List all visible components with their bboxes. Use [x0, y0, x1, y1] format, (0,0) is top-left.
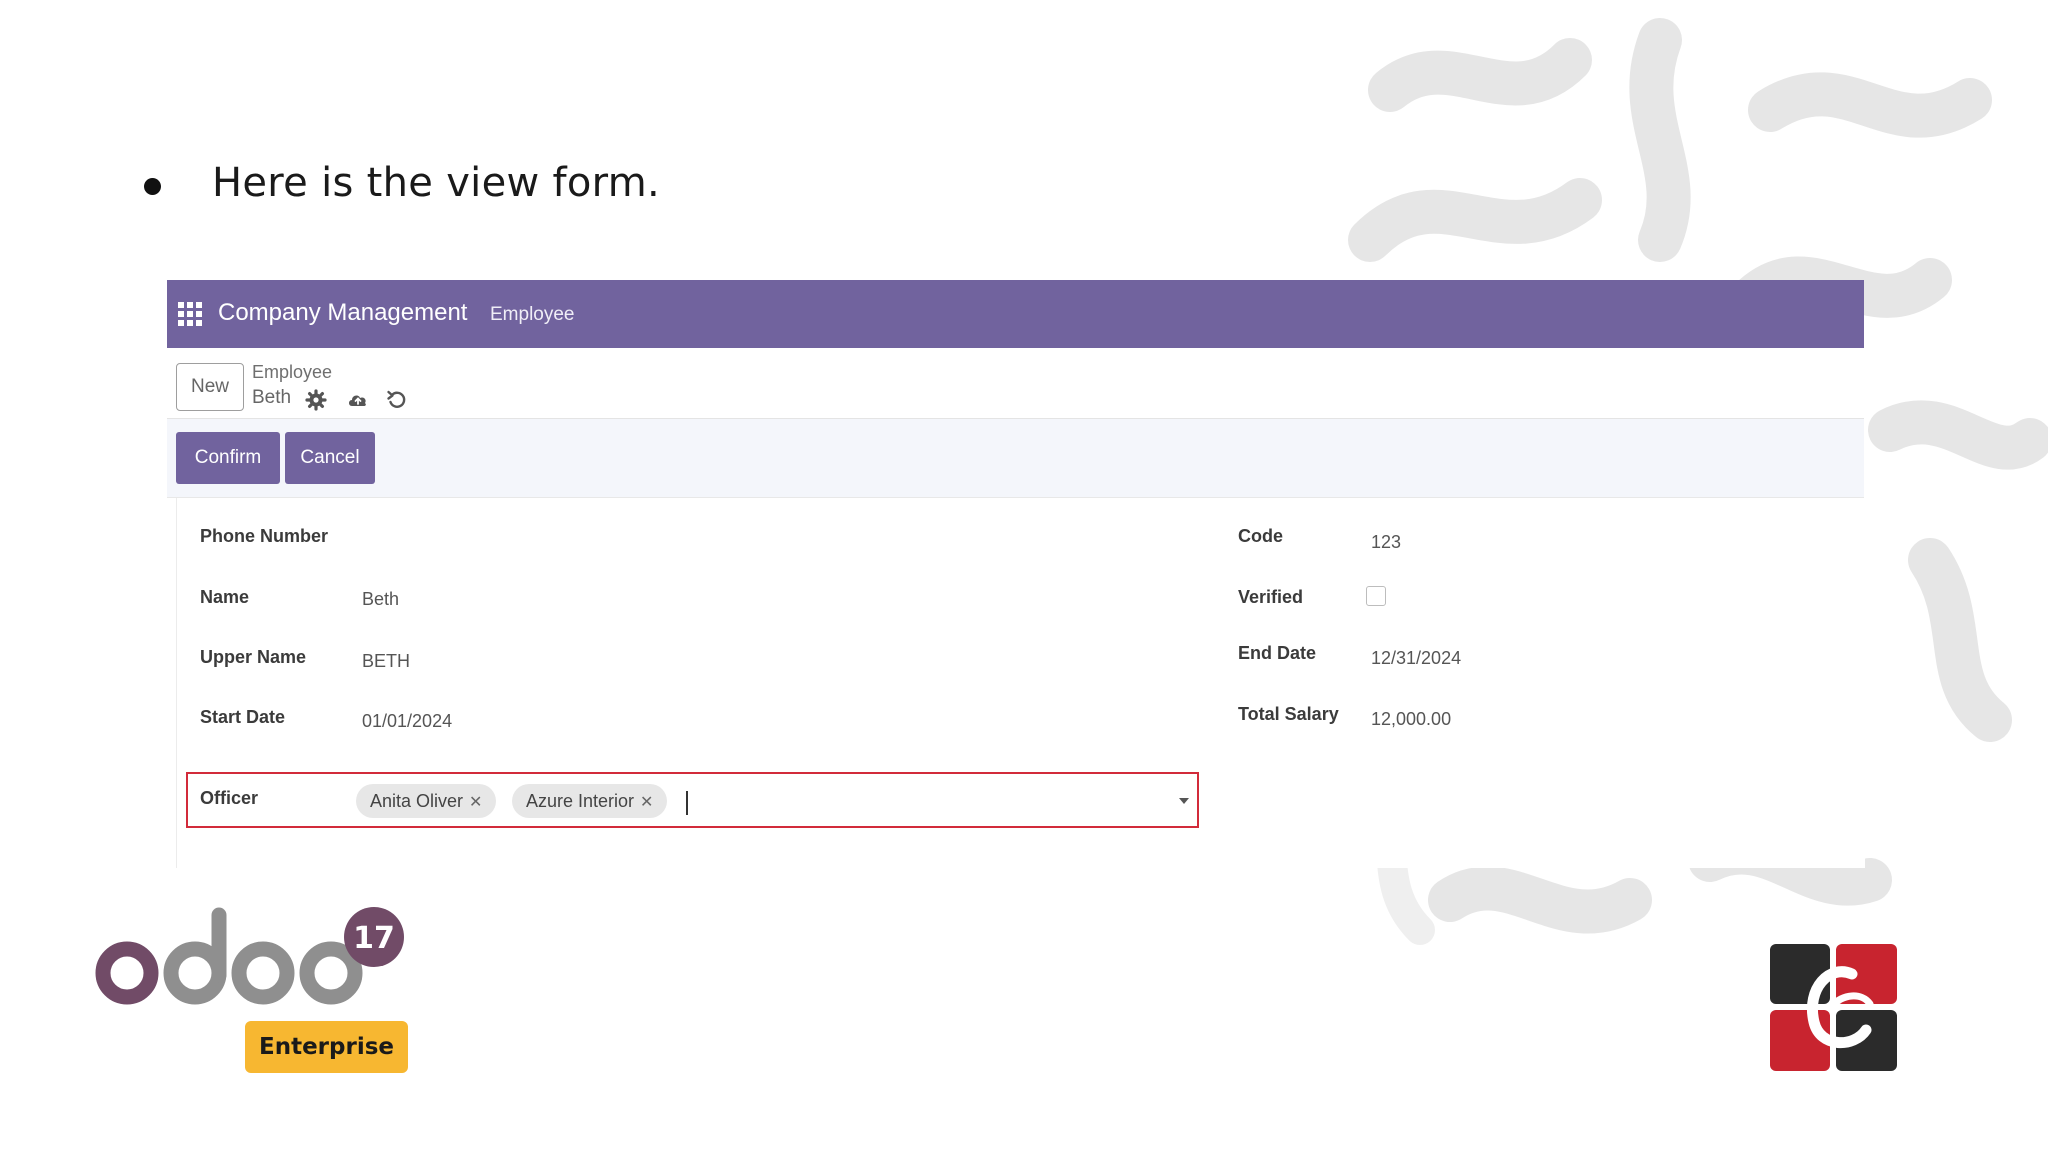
breadcrumb-current: Beth: [252, 387, 292, 408]
name-field[interactable]: Beth: [362, 589, 399, 610]
officer-tag-label: Anita Oliver: [370, 791, 464, 811]
breadcrumb-parent[interactable]: Employee: [252, 362, 332, 383]
verified-checkbox[interactable]: [1366, 586, 1386, 606]
total-salary-field: 12,000.00: [1371, 709, 1452, 729]
slide-bullet-text: Here is the view form.: [212, 160, 661, 206]
app-title[interactable]: Company Management: [218, 299, 467, 327]
officer-field-highlight: Officer Anita Oliver ✕ Azure Interior ✕: [186, 772, 1199, 828]
apps-grid-icon[interactable]: [178, 302, 202, 326]
form-sheet: Phone Number Name Beth Upper Name BETH S…: [176, 498, 1865, 868]
upper-name-field: BETH: [362, 651, 411, 671]
phone-number-label: Phone Number: [200, 526, 329, 546]
save-cloud-icon[interactable]: [346, 388, 370, 412]
version-number: 17: [353, 921, 395, 956]
chevron-down-icon[interactable]: [1179, 798, 1189, 804]
officer-tag: Anita Oliver ✕: [356, 784, 497, 818]
new-button[interactable]: New: [176, 363, 244, 411]
discard-undo-icon[interactable]: [385, 388, 409, 412]
officer-label: Officer: [200, 788, 259, 808]
cancel-button[interactable]: Cancel: [285, 432, 375, 484]
confirm-button[interactable]: Confirm: [176, 432, 280, 484]
menu-item-employee[interactable]: Employee: [490, 304, 575, 326]
end-date-label: End Date: [1238, 643, 1317, 663]
start-date-field[interactable]: 01/01/2024: [362, 711, 452, 732]
code-field[interactable]: 123: [1371, 532, 1401, 553]
verified-label: Verified: [1238, 587, 1304, 607]
end-date-field[interactable]: 12/31/2024: [1371, 648, 1461, 669]
control-panel: New Employee Beth: [167, 348, 1864, 419]
officer-input[interactable]: [686, 791, 688, 815]
brand-logo: [1770, 944, 1897, 1071]
odoo-form-screenshot: Company Management Employee New Employee…: [167, 280, 1865, 868]
status-bar: Confirm Cancel: [167, 419, 1864, 498]
gear-icon[interactable]: [304, 388, 328, 412]
total-salary-label: Total Salary: [1238, 704, 1339, 724]
enterprise-badge: Enterprise: [245, 1021, 408, 1073]
officer-tag: Azure Interior ✕: [512, 784, 668, 818]
officer-tag-label: Azure Interior: [526, 791, 635, 811]
upper-name-label: Upper Name: [200, 647, 307, 667]
bullet-dot: [144, 178, 161, 195]
remove-tag-icon[interactable]: ✕: [469, 794, 482, 811]
code-label: Code: [1238, 526, 1283, 546]
top-navbar: Company Management Employee: [167, 280, 1864, 348]
start-date-label: Start Date: [200, 707, 286, 727]
name-label: Name: [200, 587, 250, 607]
remove-tag-icon[interactable]: ✕: [640, 794, 653, 811]
